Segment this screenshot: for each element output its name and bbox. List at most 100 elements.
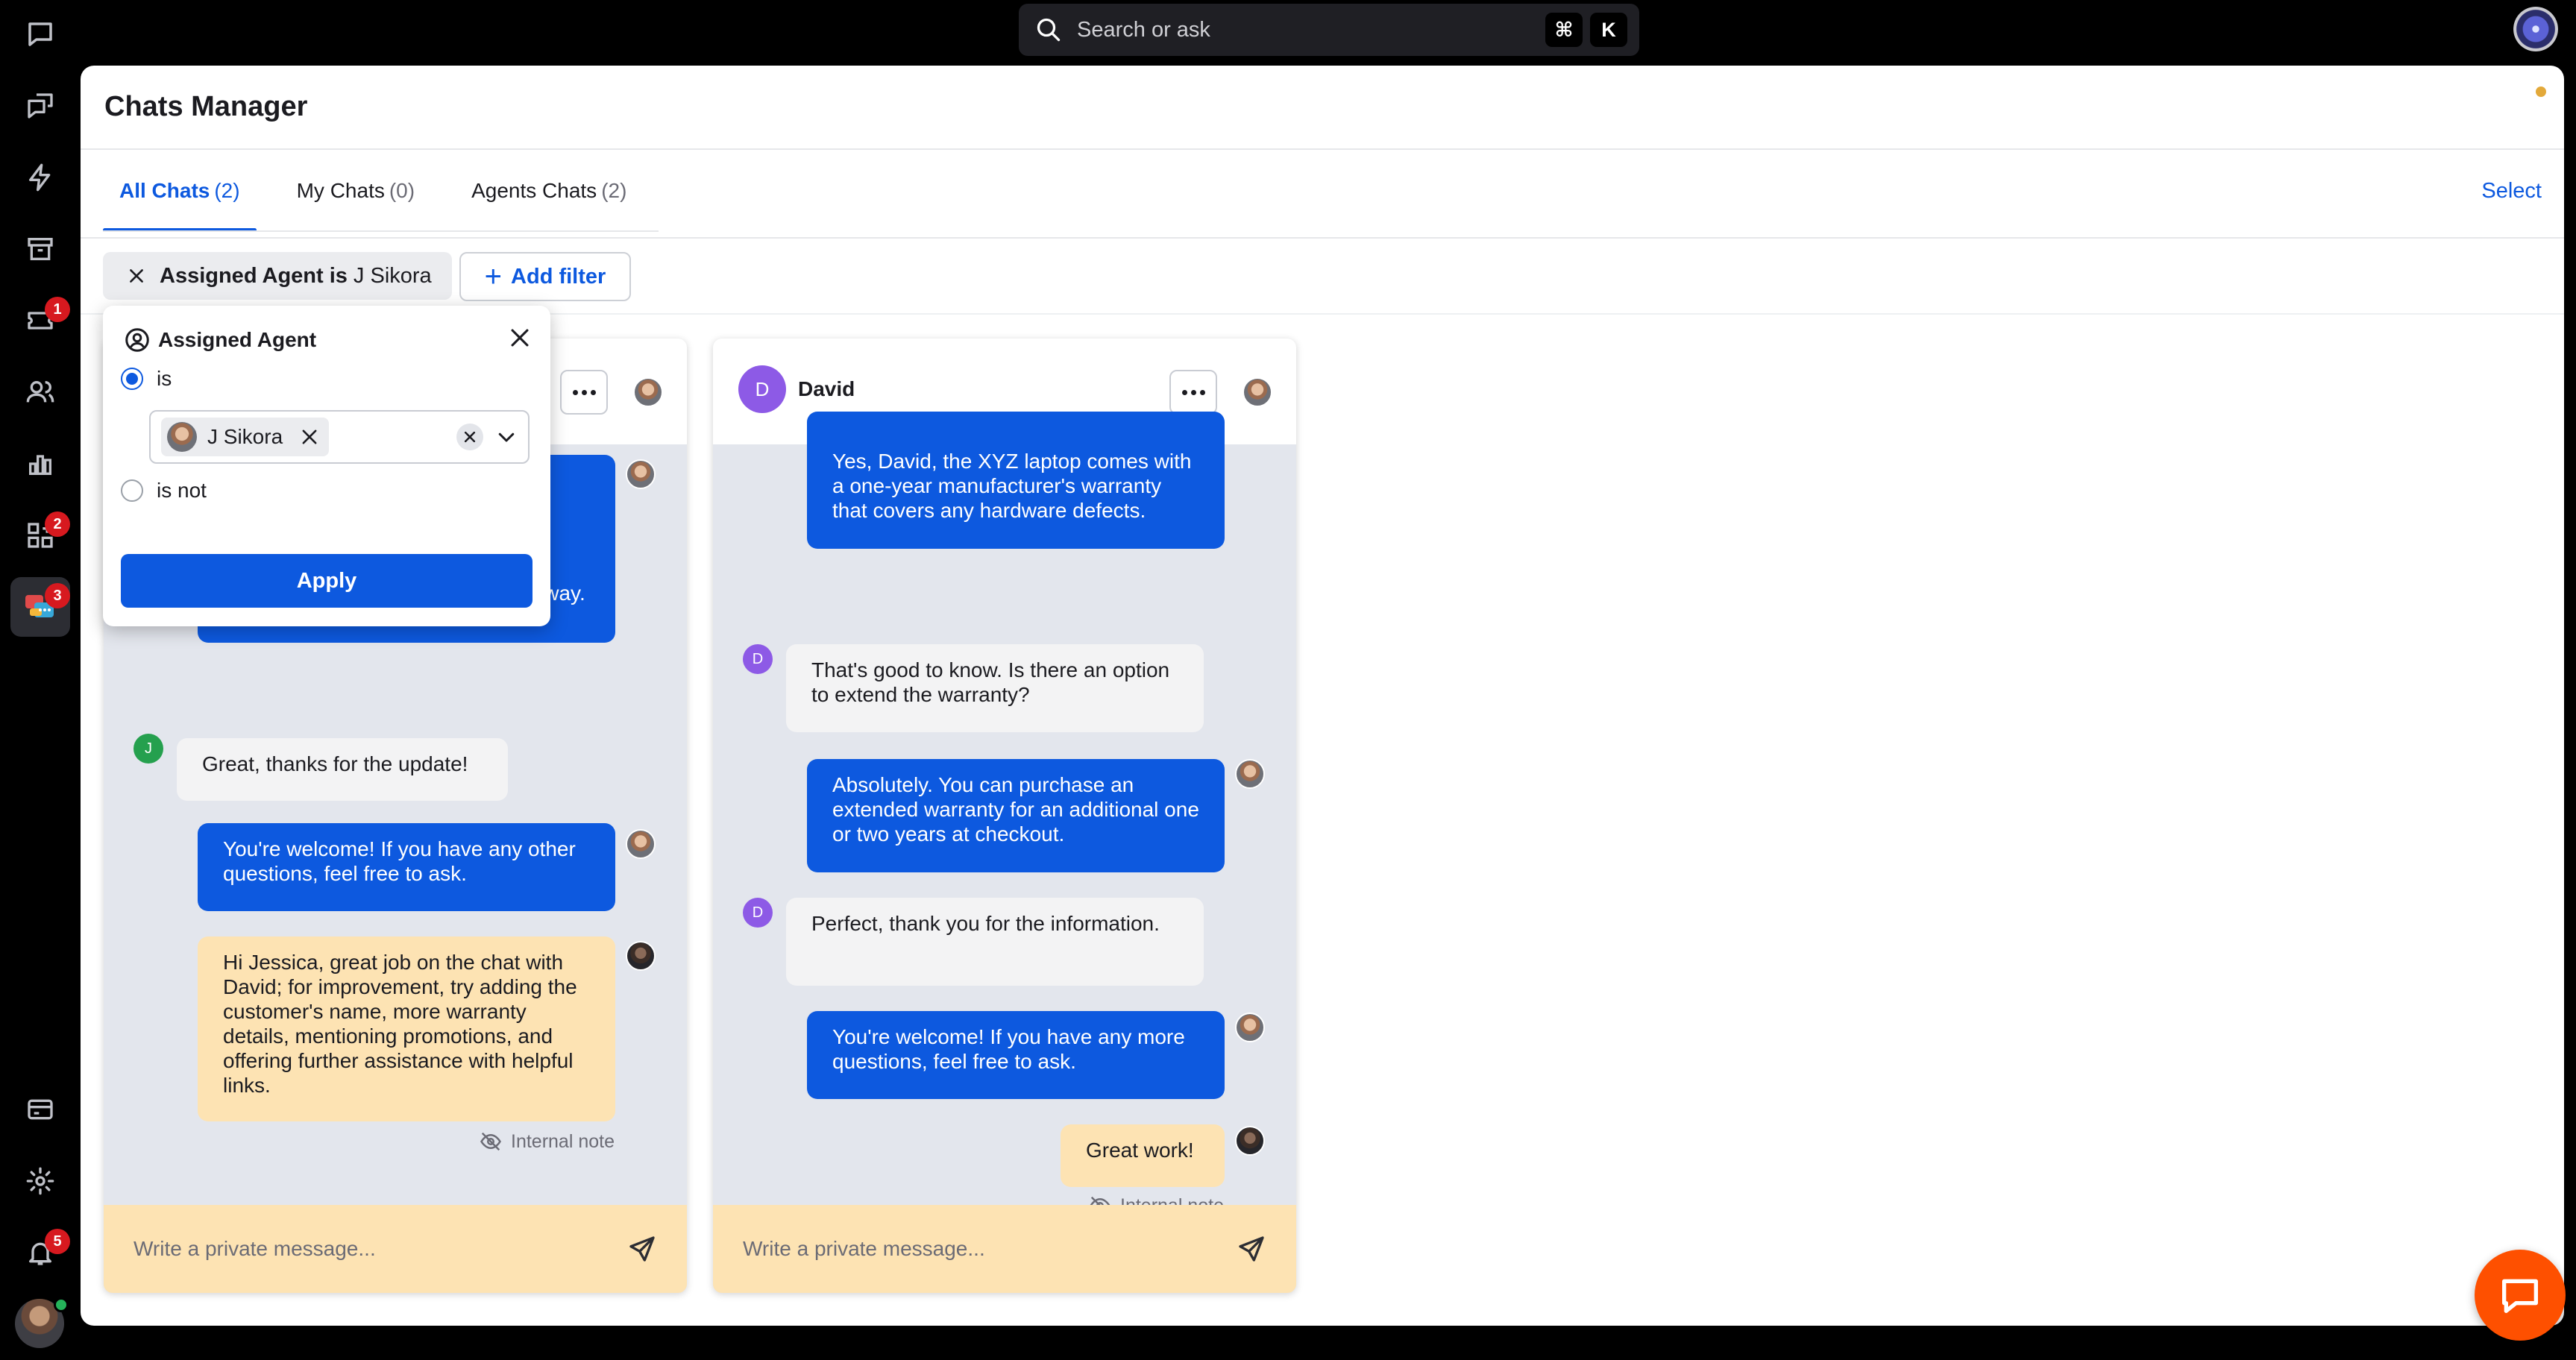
popover-title: Assigned Agent: [124, 327, 316, 353]
agent-select[interactable]: J Sikora: [149, 410, 530, 464]
agent-avatar: [626, 829, 656, 859]
reports-icon: [29, 455, 51, 475]
archive-icon: [28, 238, 53, 260]
tab-my-chats[interactable]: My Chats (0): [280, 150, 431, 232]
more-options-button[interactable]: [560, 370, 608, 415]
composer-placeholder: Write a private message...: [133, 1237, 376, 1260]
search-icon: [1037, 18, 1061, 42]
chevron-down-icon[interactable]: [495, 426, 518, 448]
tab-count: (2): [214, 179, 240, 202]
radio-dot-selected[interactable]: [121, 368, 143, 390]
filter-chip-value: J Sikora: [353, 263, 432, 288]
message-bubble-agent: You're welcome! If you have any other qu…: [198, 823, 615, 911]
rail-apps[interactable]: 2: [10, 506, 70, 565]
composer-placeholder: Write a private message...: [743, 1237, 985, 1260]
customer-initial-avatar: D: [743, 898, 773, 928]
divider: [81, 237, 2564, 239]
status-dot: [2536, 86, 2546, 97]
select-link[interactable]: Select: [2481, 179, 2542, 204]
tab-label: Agents Chats: [471, 179, 597, 202]
billing-icon: [28, 1099, 53, 1120]
apps-badge: 2: [45, 511, 70, 537]
search-bar[interactable]: Search or ask ⌘ K: [1019, 4, 1639, 56]
radio-is-not-label: is not: [157, 479, 207, 502]
rail-notifications[interactable]: 5: [10, 1223, 70, 1282]
send-icon[interactable]: [627, 1234, 657, 1264]
message-bubble-customer: That's good to know. Is there an option …: [786, 644, 1204, 732]
team-icon: [26, 381, 54, 403]
add-filter-label: Add filter: [511, 264, 606, 289]
tab-count: (2): [601, 179, 627, 202]
rail-team[interactable]: [10, 362, 70, 422]
tab-agents-chats[interactable]: Agents Chats (2): [455, 150, 643, 232]
chat-widget-launcher[interactable]: [2475, 1250, 2566, 1341]
internal-note-bubble: Great work!: [1061, 1124, 1225, 1187]
rail-reports[interactable]: [10, 434, 70, 494]
assigned-agent-avatar: [1243, 377, 1272, 407]
shortcut-cmd-key: ⌘: [1545, 13, 1583, 47]
add-filter-button[interactable]: + Add filter: [459, 252, 631, 301]
chat-bubble-icon: [2502, 1279, 2538, 1313]
private-message-composer[interactable]: Write a private message...: [104, 1205, 687, 1293]
rail-engage[interactable]: [10, 76, 70, 136]
send-icon[interactable]: [1237, 1234, 1266, 1264]
more-options-button[interactable]: [1169, 370, 1217, 415]
rail-chats[interactable]: [10, 4, 70, 64]
rail-chats-manager[interactable]: 3: [10, 577, 70, 637]
notifications-badge: 5: [45, 1229, 70, 1254]
private-message-composer[interactable]: Write a private message...: [713, 1205, 1296, 1293]
close-icon[interactable]: [507, 325, 533, 350]
rail-billing[interactable]: [10, 1080, 70, 1139]
customer-name: David: [798, 377, 855, 400]
shortcut-k-key: K: [1590, 13, 1627, 47]
assigned-agent-filter-popover: Assigned Agent is J Sikora is not Apply: [103, 306, 550, 626]
internal-note-label: Internal note: [480, 1130, 615, 1153]
radio-dot[interactable]: [121, 479, 143, 502]
tab-label: My Chats: [296, 179, 385, 202]
tab-count: (0): [389, 179, 415, 202]
chats-manager-panel: Chats Manager All Chats (2) My Chats (0) A…: [81, 66, 2564, 1326]
copilot-avatar[interactable]: [2513, 7, 2558, 51]
message-bubble-agent: Absolutely. You can purchase an extended…: [807, 759, 1225, 872]
engage-icon: [28, 93, 53, 119]
agent-avatar: [1235, 759, 1265, 789]
radio-is[interactable]: is: [121, 367, 172, 391]
rail-settings[interactable]: [10, 1151, 70, 1211]
left-rail: 1 2 3 5: [0, 0, 81, 1360]
clear-icon: [464, 431, 476, 443]
top-bar: Search or ask ⌘ K: [0, 0, 2576, 66]
tab-label: All Chats: [119, 179, 210, 202]
remove-tag-icon[interactable]: [299, 426, 320, 447]
rail-archive[interactable]: [10, 219, 70, 279]
close-icon[interactable]: [127, 266, 146, 286]
tabs-underline: [103, 230, 659, 232]
online-status-dot: [54, 1297, 69, 1312]
customer-initial-avatar: J: [133, 734, 163, 764]
customer-initial-avatar: D: [743, 644, 773, 674]
settings-icon: [26, 1167, 54, 1195]
apply-button[interactable]: Apply: [121, 554, 533, 608]
chats-icon: [28, 22, 52, 46]
message-bubble-agent: Yes, David, the XYZ laptop comes with a …: [807, 412, 1225, 549]
agent-avatar: [1235, 1013, 1265, 1042]
tickets-badge: 1: [45, 297, 70, 322]
message-bubble-customer: Perfect, thank you for the information.: [786, 898, 1204, 986]
clear-selection-button[interactable]: [456, 424, 483, 450]
filter-chip[interactable]: Assigned Agent is J Sikora: [103, 252, 452, 300]
supervisor-avatar: [1235, 1126, 1265, 1156]
message-bubble-customer: Great, thanks for the update!: [177, 738, 508, 801]
message-bubble-agent: You're welcome! If you have any more que…: [807, 1011, 1225, 1099]
popover-title-text: Assigned Agent: [158, 328, 317, 351]
rail-automation[interactable]: [10, 148, 70, 207]
selected-agent-tag: J Sikora: [161, 418, 330, 456]
eye-off-icon: [480, 1132, 501, 1151]
tab-all-chats[interactable]: All Chats (2): [103, 150, 257, 232]
search-placeholder: Search or ask: [1077, 17, 1210, 42]
page-title: Chats Manager: [104, 91, 308, 122]
radio-is-label: is: [157, 367, 172, 390]
internal-note-bubble: Hi Jessica, great job on the chat with D…: [198, 936, 615, 1121]
radio-is-not[interactable]: is not: [121, 479, 207, 503]
rail-tickets[interactable]: 1: [10, 291, 70, 350]
internal-note-text: Internal note: [511, 1130, 615, 1152]
supervisor-avatar: [626, 941, 656, 971]
